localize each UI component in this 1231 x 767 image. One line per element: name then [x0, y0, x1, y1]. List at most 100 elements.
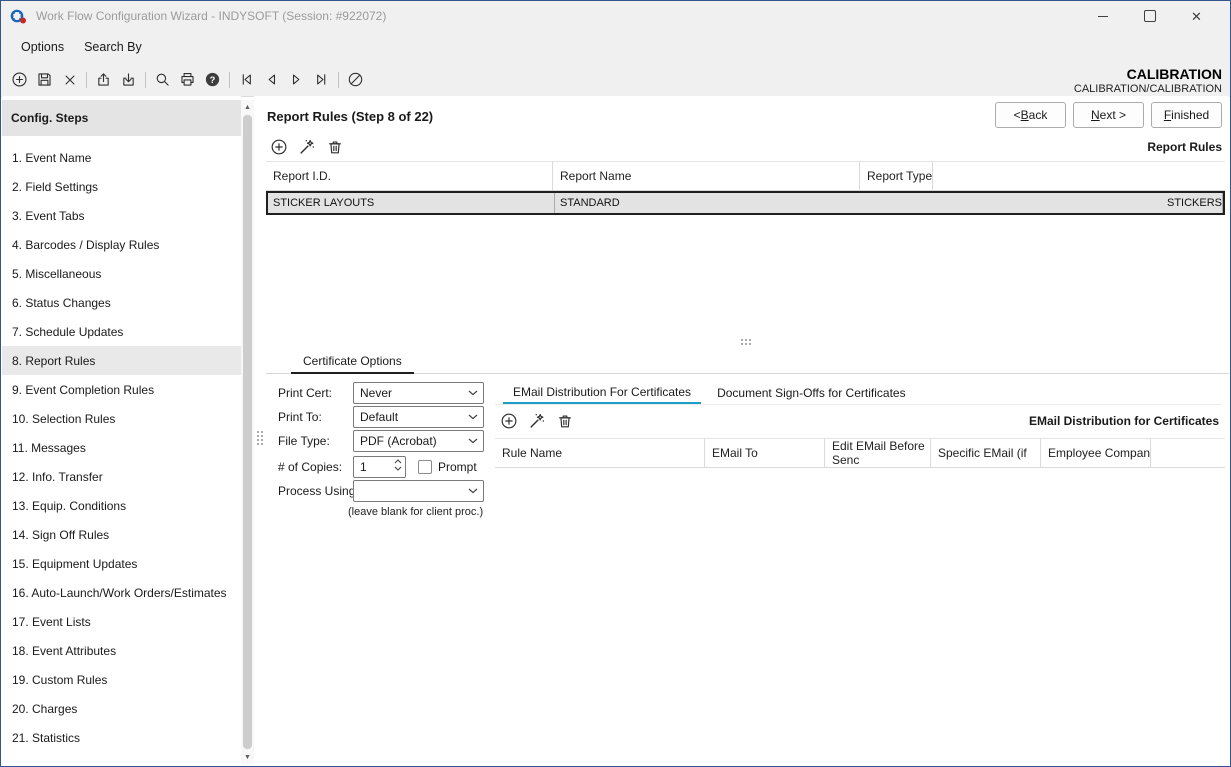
sidebar-step-item[interactable]: 4. Barcodes / Display Rules	[2, 230, 241, 259]
sidebar-step-item[interactable]: 11. Messages	[2, 433, 241, 462]
export-button[interactable]	[91, 67, 116, 92]
edit-report-rule-button[interactable]	[297, 137, 317, 157]
sidebar-step-item[interactable]: 19. Custom Rules	[2, 665, 241, 694]
report-rules-toolbar	[269, 136, 345, 158]
delete-report-rule-button[interactable]	[325, 137, 345, 157]
column-header[interactable]: Specific EMail (if	[931, 439, 1041, 467]
add-email-rule-button[interactable]	[499, 411, 519, 431]
search-button[interactable]	[150, 67, 175, 92]
table-cell: STICKERS	[1162, 193, 1223, 213]
nav-last-button[interactable]	[309, 67, 334, 92]
sidebar-step-item[interactable]: 14. Sign Off Rules	[2, 520, 241, 549]
cancel-button[interactable]	[343, 67, 368, 92]
menu-item[interactable]: Options	[11, 31, 74, 63]
sidebar-step-item[interactable]: 20. Charges	[2, 694, 241, 723]
table-cell: STICKER LAYOUTS	[268, 193, 555, 213]
magic-wand-icon	[298, 138, 316, 156]
column-header[interactable]: Edit EMail Before Senc	[825, 439, 931, 467]
menu-item[interactable]: Search By	[74, 31, 152, 63]
delete-email-rule-button[interactable]	[555, 411, 575, 431]
sidebar-step-item[interactable]: 8. Report Rules	[2, 346, 241, 375]
prompt-checkbox-label: Prompt	[438, 456, 477, 478]
spinner-arrows[interactable]	[394, 459, 402, 471]
import-button[interactable]	[116, 67, 141, 92]
next-button[interactable]: Next >	[1073, 102, 1144, 128]
nav-prev-button[interactable]	[259, 67, 284, 92]
sidebar-step-label: 13. Equip. Conditions	[12, 499, 126, 513]
tab-email-distribution[interactable]: EMail Distribution For Certificates	[503, 382, 701, 404]
file-type-select[interactable]: PDF (Acrobat)	[353, 430, 484, 452]
new-record-button[interactable]	[7, 67, 32, 92]
process-using-note: (leave blank for client proc.)	[348, 506, 483, 518]
minimize-button[interactable]	[1079, 1, 1126, 31]
prompt-checkbox[interactable]	[418, 460, 432, 474]
sidebar-step-label: 5. Miscellaneous	[12, 267, 101, 281]
splitter-grip-icon[interactable]	[257, 431, 263, 445]
nav-next-button[interactable]	[284, 67, 309, 92]
sidebar-step-item[interactable]: 16. Auto-Launch/Work Orders/Estimates	[2, 578, 241, 607]
print-cert-select[interactable]: Never	[353, 382, 484, 404]
scroll-down-icon[interactable]: ▼	[241, 750, 254, 764]
sidebar-step-item[interactable]: 5. Miscellaneous	[2, 259, 241, 288]
print-to-select[interactable]: Default	[353, 406, 484, 428]
column-header[interactable]: Report Type	[860, 162, 933, 190]
minimize-icon	[1098, 16, 1108, 17]
maximize-button[interactable]	[1126, 1, 1173, 31]
sidebar-scrollbar[interactable]: ▲ ▼	[241, 100, 254, 764]
print-to-label: Print To:	[278, 406, 322, 428]
splitter-grip-icon[interactable]	[741, 339, 751, 345]
sidebar-step-item[interactable]: 2. Field Settings	[2, 172, 241, 201]
copies-stepper[interactable]: 1	[353, 456, 406, 478]
column-header[interactable]: Report Name	[553, 162, 860, 190]
edit-email-rule-button[interactable]	[527, 411, 547, 431]
sidebar-step-label: 9. Event Completion Rules	[12, 383, 154, 397]
copies-label: # of Copies:	[278, 456, 342, 478]
sidebar-step-item[interactable]: 18. Event Attributes	[2, 636, 241, 665]
horizontal-splitter[interactable]	[266, 336, 1225, 348]
sidebar-step-label: 16. Auto-Launch/Work Orders/Estimates	[12, 586, 227, 600]
sidebar-step-item[interactable]: 6. Status Changes	[2, 288, 241, 317]
sidebar-step-item[interactable]: 1. Event Name	[2, 143, 241, 172]
column-header[interactable]: Report I.D.	[266, 162, 553, 190]
print-button[interactable]	[175, 67, 200, 92]
sidebar-header: Config. Steps	[2, 100, 241, 136]
help-button[interactable]: ?	[200, 67, 225, 92]
chevron-down-icon	[468, 438, 478, 444]
sidebar-step-item[interactable]: 12. Info. Transfer	[2, 462, 241, 491]
add-report-rule-button[interactable]	[269, 137, 289, 157]
toolbar-separator	[145, 72, 146, 88]
tab-certificate-options[interactable]: Certificate Options	[291, 350, 414, 374]
sidebar-step-item[interactable]: 3. Event Tabs	[2, 201, 241, 230]
sidebar-step-item[interactable]: 9. Event Completion Rules	[2, 375, 241, 404]
column-header[interactable]: EMail To	[705, 439, 825, 467]
sidebar-step-item[interactable]: 21. Statistics	[2, 723, 241, 752]
column-header[interactable]: Rule Name	[495, 439, 705, 467]
back-button[interactable]: < Back	[995, 102, 1066, 128]
nav-first-icon	[238, 71, 255, 88]
finished-button[interactable]: Finished	[1151, 102, 1222, 128]
close-button[interactable]: ✕	[1173, 1, 1220, 31]
process-using-select[interactable]	[353, 480, 484, 502]
sidebar-step-label: 7. Schedule Updates	[12, 325, 123, 339]
chevron-down-icon	[468, 414, 478, 420]
sidebar-step-item[interactable]: 13. Equip. Conditions	[2, 491, 241, 520]
save-button[interactable]	[32, 67, 57, 92]
app-logo-icon	[10, 8, 27, 25]
sidebar-step-item[interactable]: 17. Event Lists	[2, 607, 241, 636]
report-rule-row-selected[interactable]: STICKER LAYOUTSSTANDARDSTICKERS	[266, 191, 1225, 215]
context-header: CALIBRATION CALIBRATION/CALIBRATION	[1074, 66, 1222, 95]
sidebar-step-item[interactable]: 15. Equipment Updates	[2, 549, 241, 578]
scrollbar-thumb[interactable]	[243, 115, 252, 749]
sidebar-step-label: 8. Report Rules	[12, 354, 95, 368]
scroll-up-icon[interactable]: ▲	[241, 100, 254, 114]
nav-first-button[interactable]	[234, 67, 259, 92]
sidebar-step-item[interactable]: 10. Selection Rules	[2, 404, 241, 433]
sidebar-step-item[interactable]: 7. Schedule Updates	[2, 317, 241, 346]
toolbar-separator	[338, 72, 339, 88]
delete-button[interactable]	[57, 67, 82, 92]
chevron-down-icon	[468, 390, 478, 396]
tab-document-sign-offs[interactable]: Document Sign-Offs for Certificates	[707, 382, 916, 404]
vertical-splitter[interactable]	[254, 96, 266, 765]
certificate-options-panel: Certificate Options Print Cert: Never Pr…	[266, 348, 1229, 765]
column-header[interactable]: Employee Compan	[1041, 439, 1151, 467]
